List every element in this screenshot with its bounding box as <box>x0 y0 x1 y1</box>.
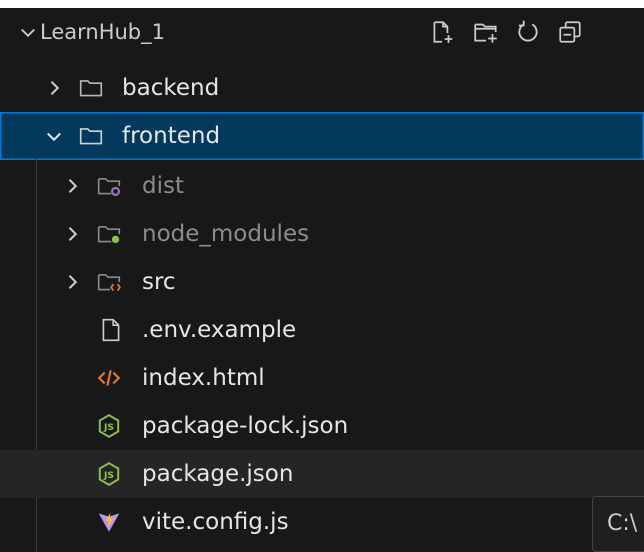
tree-item-node-modules[interactable]: node_modules <box>0 210 644 258</box>
collapse-all-icon <box>559 21 581 43</box>
tree-item-env-example[interactable]: .env.example <box>0 306 644 354</box>
workspace-root-label: LearnHub_1 <box>40 20 165 44</box>
path-tooltip: C:\ <box>592 496 644 552</box>
chevron-right-icon[interactable] <box>62 272 82 292</box>
tree-item-package-lock-json[interactable]: JS package-lock.json <box>0 402 644 450</box>
tree-item-label: node_modules <box>142 221 310 247</box>
tree-item-index-html[interactable]: index.html <box>0 354 644 402</box>
html-file-icon <box>97 370 121 386</box>
tree-item-package-json[interactable]: JS package.json <box>0 450 644 498</box>
folder-icon <box>79 80 103 97</box>
tree-item-frontend[interactable]: frontend <box>0 112 644 160</box>
chevron-down-icon[interactable] <box>44 126 64 146</box>
node-modules-folder-icon <box>97 226 121 244</box>
svg-text:JS: JS <box>103 422 114 433</box>
tree-item-label: index.html <box>142 365 265 391</box>
vite-file-icon <box>98 512 120 532</box>
tree-item-label: src <box>142 269 176 295</box>
tree-item-label: frontend <box>122 123 221 149</box>
new-folder-icon <box>474 23 497 43</box>
new-folder-button[interactable] <box>472 18 500 46</box>
tree-item-label: backend <box>122 75 220 101</box>
tree-item-label: .env.example <box>142 317 297 343</box>
refresh-icon <box>518 20 538 42</box>
folder-open-icon <box>79 128 103 145</box>
new-file-button[interactable] <box>428 18 456 46</box>
tree-item-label: dist <box>142 173 184 199</box>
chevron-right-icon[interactable] <box>44 78 64 98</box>
dist-folder-icon <box>97 178 121 196</box>
tree-item-label: package.json <box>142 461 294 487</box>
tree-item-src[interactable]: src <box>0 258 644 306</box>
window-top-strip <box>0 0 644 8</box>
new-file-icon <box>433 21 453 43</box>
collapse-all-button[interactable] <box>556 18 584 46</box>
src-folder-icon <box>97 274 121 292</box>
chevron-down-icon[interactable] <box>18 22 38 42</box>
explorer-root-header[interactable]: LearnHub_1 <box>0 8 644 54</box>
tree-item-dist[interactable]: dist <box>0 162 644 210</box>
tooltip-text: C:\ <box>607 511 638 536</box>
refresh-button[interactable] <box>514 18 542 46</box>
nodejs-file-icon: JS <box>98 414 120 438</box>
tree-item-label: package-lock.json <box>142 413 349 439</box>
file-icon <box>102 318 120 342</box>
svg-text:JS: JS <box>103 470 114 481</box>
tree-item-backend[interactable]: backend <box>0 64 644 112</box>
nodejs-file-icon: JS <box>98 462 120 486</box>
chevron-right-icon[interactable] <box>62 176 82 196</box>
tree-item-vite-config-js[interactable]: vite.config.js <box>0 498 644 546</box>
chevron-right-icon[interactable] <box>62 224 82 244</box>
tree-item-label: vite.config.js <box>142 509 289 535</box>
